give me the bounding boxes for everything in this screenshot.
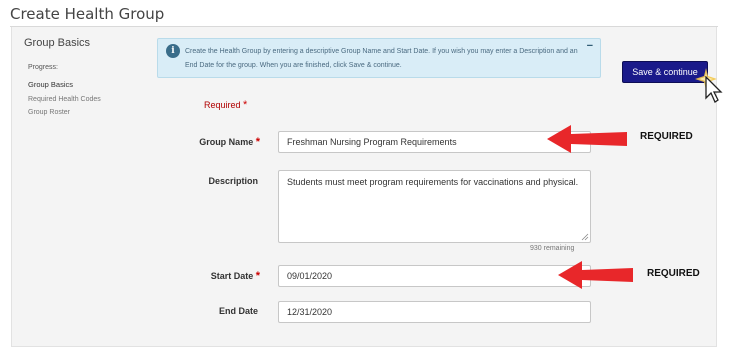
required-annotation: REQUIRED [647, 268, 700, 279]
end-date-input[interactable]: 12/31/2020 [278, 301, 591, 323]
info-text: Create the Health Group by entering a de… [185, 48, 578, 69]
required-annotation: REQUIRED [640, 131, 693, 142]
sidebar-item-required-health-codes[interactable]: Required Health Codes [28, 96, 101, 103]
collapse-icon[interactable]: − [587, 40, 593, 52]
page-title: Create Health Group [10, 5, 165, 23]
sidebar-heading: Group Basics [24, 37, 91, 49]
required-note: Required * [204, 99, 248, 111]
info-icon: i [166, 44, 180, 58]
annotation-arrow-icon [558, 261, 633, 289]
info-alert: i Create the Health Group by entering a … [157, 38, 601, 78]
sidebar-item-group-roster[interactable]: Group Roster [28, 109, 70, 116]
required-marker: * [255, 136, 260, 148]
annotation-arrow-icon [547, 125, 627, 153]
progress-label: Progress: [28, 64, 58, 71]
required-marker: * [243, 99, 248, 111]
group-name-label: Group Name * [199, 136, 260, 148]
end-date-label: End Date [218, 306, 258, 316]
description-label: Description [208, 176, 258, 186]
resize-grip-icon[interactable] [581, 233, 589, 241]
required-marker: * [255, 270, 260, 282]
characters-remaining: 930 remaining [530, 245, 575, 252]
sidebar-item-group-basics[interactable]: Group Basics [28, 80, 73, 89]
description-textarea[interactable]: Students must meet program requirements … [278, 170, 591, 243]
mouse-cursor-icon [705, 76, 723, 103]
start-date-input[interactable]: 09/01/2020 [278, 265, 591, 287]
start-date-label: Start Date * [210, 270, 260, 282]
description-value: Students must meet program requirements … [287, 177, 579, 187]
